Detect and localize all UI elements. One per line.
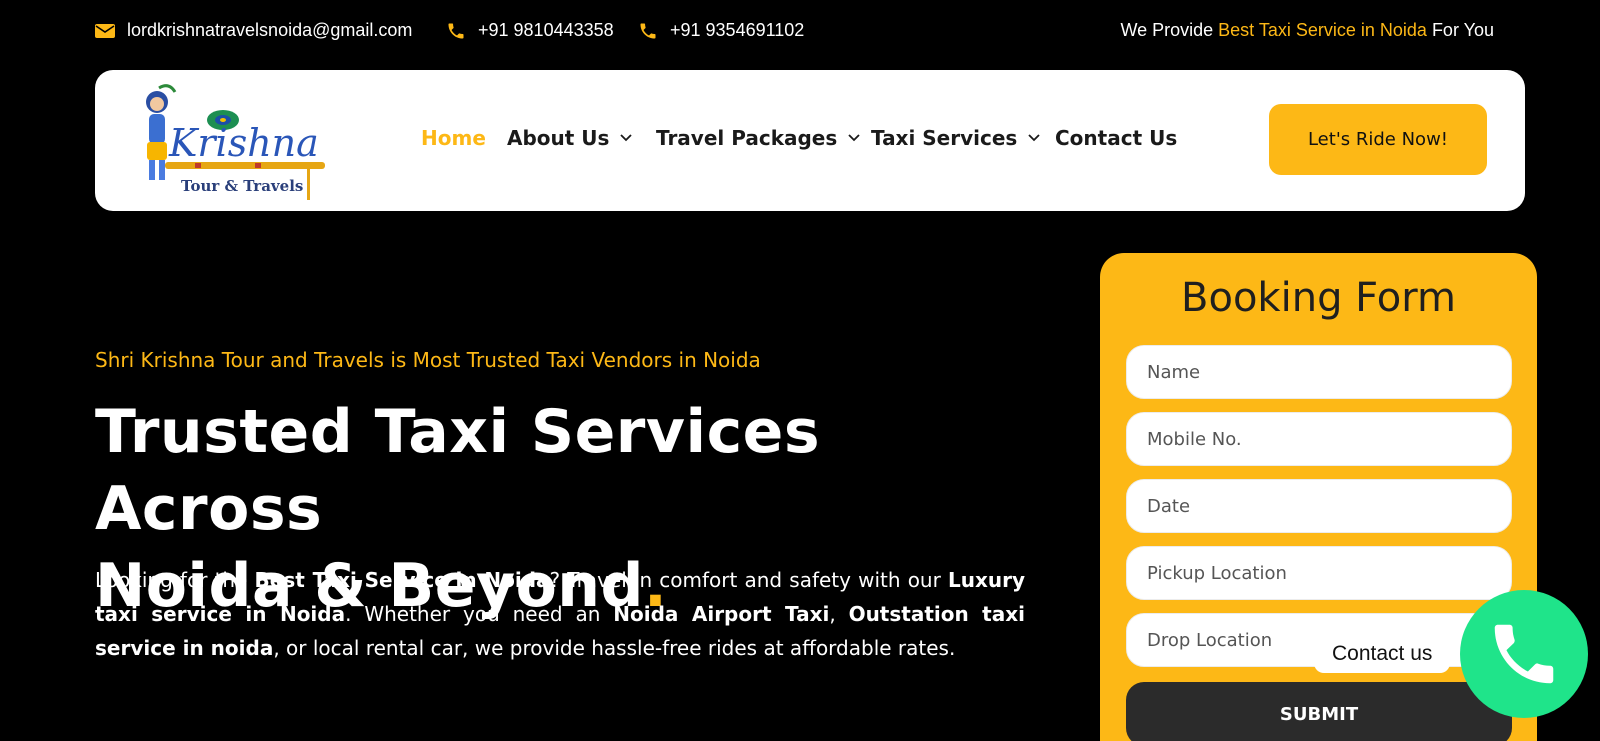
- pickup-location-field[interactable]: Pickup Location: [1126, 546, 1512, 600]
- nav-about-us[interactable]: About Us: [507, 126, 633, 150]
- chevron-down-icon: [620, 134, 633, 142]
- phone-icon: [448, 23, 464, 38]
- lets-ride-now-button[interactable]: Let's Ride Now!: [1269, 104, 1487, 175]
- hero-eyebrow: Shri Krishna Tour and Travels is Most Tr…: [95, 348, 761, 372]
- nav-contact-us[interactable]: Contact Us: [1055, 126, 1177, 150]
- nav-home[interactable]: Home: [421, 126, 486, 150]
- site-logo[interactable]: Krishna Tour & Travels: [135, 82, 335, 200]
- envelope-icon: [95, 23, 115, 38]
- top-bar: lordkrishnatravelsnoida@gmail.com +91 98…: [0, 0, 1600, 66]
- nav-taxi-services[interactable]: Taxi Services: [871, 126, 1041, 150]
- email-link[interactable]: lordkrishnatravelsnoida@gmail.com: [95, 20, 412, 41]
- call-button[interactable]: [1460, 590, 1588, 718]
- logo-subtext: Tour & Travels: [181, 177, 303, 195]
- submit-button[interactable]: SUBMIT: [1126, 682, 1512, 741]
- logo-text: Krishna: [168, 121, 319, 165]
- email-text: lordkrishnatravelsnoida@gmail.com: [127, 20, 413, 40]
- phone-link-1[interactable]: +91 9810443358: [446, 20, 614, 41]
- para-text: ? Travel in comfort and safety with our: [549, 568, 948, 592]
- date-field[interactable]: Date: [1126, 479, 1512, 533]
- nav-about-us-label: About Us: [507, 126, 610, 150]
- tagline-suffix: For You: [1426, 20, 1494, 40]
- header-nav: Krishna Tour & Travels Home About Us Tra…: [95, 70, 1525, 211]
- headline-line-1: Trusted Taxi Services Across: [95, 397, 821, 544]
- mobile-field[interactable]: Mobile No.: [1126, 412, 1512, 466]
- hero-paragraph: Looking for the Best Taxi Service in Noi…: [95, 563, 1025, 665]
- tagline: We Provide Best Taxi Service in Noida Fo…: [1120, 20, 1494, 41]
- nav-travel-packages-label: Travel Packages: [656, 126, 838, 150]
- contact-us-label[interactable]: Contact us: [1314, 635, 1451, 673]
- phone-text-1: +91 9810443358: [478, 20, 614, 40]
- name-field[interactable]: Name: [1126, 345, 1512, 399]
- para-text: . Whether you need an: [345, 602, 614, 626]
- nav-travel-packages[interactable]: Travel Packages: [656, 126, 861, 150]
- para-bold: Best Taxi Service in Noida: [254, 568, 550, 592]
- booking-form-title: Booking Form: [1181, 275, 1456, 321]
- nav-home-label: Home: [421, 126, 486, 150]
- tagline-prefix: We Provide: [1120, 20, 1219, 40]
- phone-link-2[interactable]: +91 9354691102: [638, 20, 804, 41]
- nav-contact-us-label: Contact Us: [1055, 126, 1178, 150]
- chevron-down-icon: [848, 134, 860, 142]
- phone-icon: [640, 23, 656, 38]
- phone-icon: [1494, 624, 1554, 684]
- chevron-down-icon: [1028, 134, 1040, 142]
- para-text: , or local rental car, we provide hassle…: [273, 636, 956, 660]
- para-text: Looking for the: [95, 568, 255, 592]
- para-text: ,: [829, 602, 849, 626]
- tagline-highlight: Best Taxi Service in Noida: [1218, 20, 1427, 40]
- para-bold: Noida Airport Taxi: [613, 602, 830, 626]
- nav-taxi-services-label: Taxi Services: [871, 126, 1018, 150]
- krishna-logo-image: Krishna Tour & Travels: [146, 84, 325, 200]
- phone-text-2: +91 9354691102: [670, 20, 805, 40]
